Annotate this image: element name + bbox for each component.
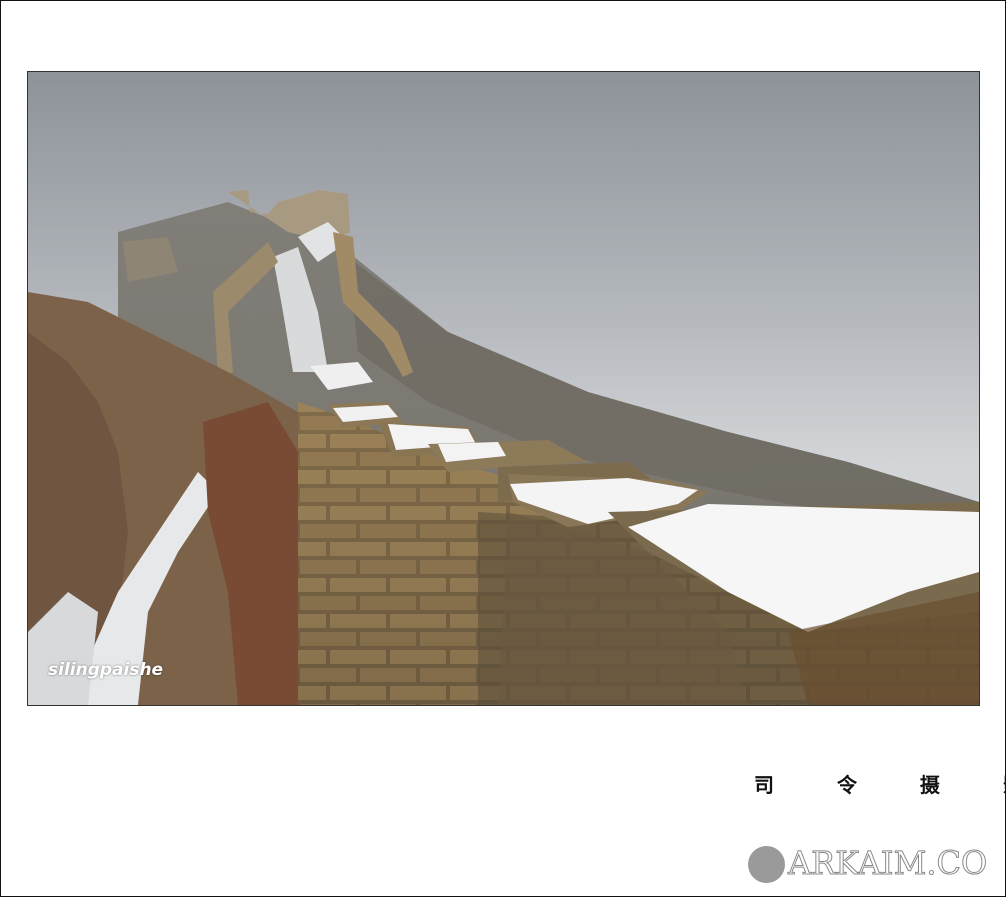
site-logo-text: ARKAIM.CO	[787, 844, 988, 883]
logo-circle-icon	[748, 846, 785, 883]
site-logo[interactable]: ARKAIM.CO	[748, 844, 998, 884]
photo-scene	[28, 190, 979, 705]
photographer-signature: 司 令 摄 影	[754, 773, 1006, 797]
photo: silingpaishe	[27, 71, 980, 706]
photographer-watermark: silingpaishe	[48, 660, 164, 680]
